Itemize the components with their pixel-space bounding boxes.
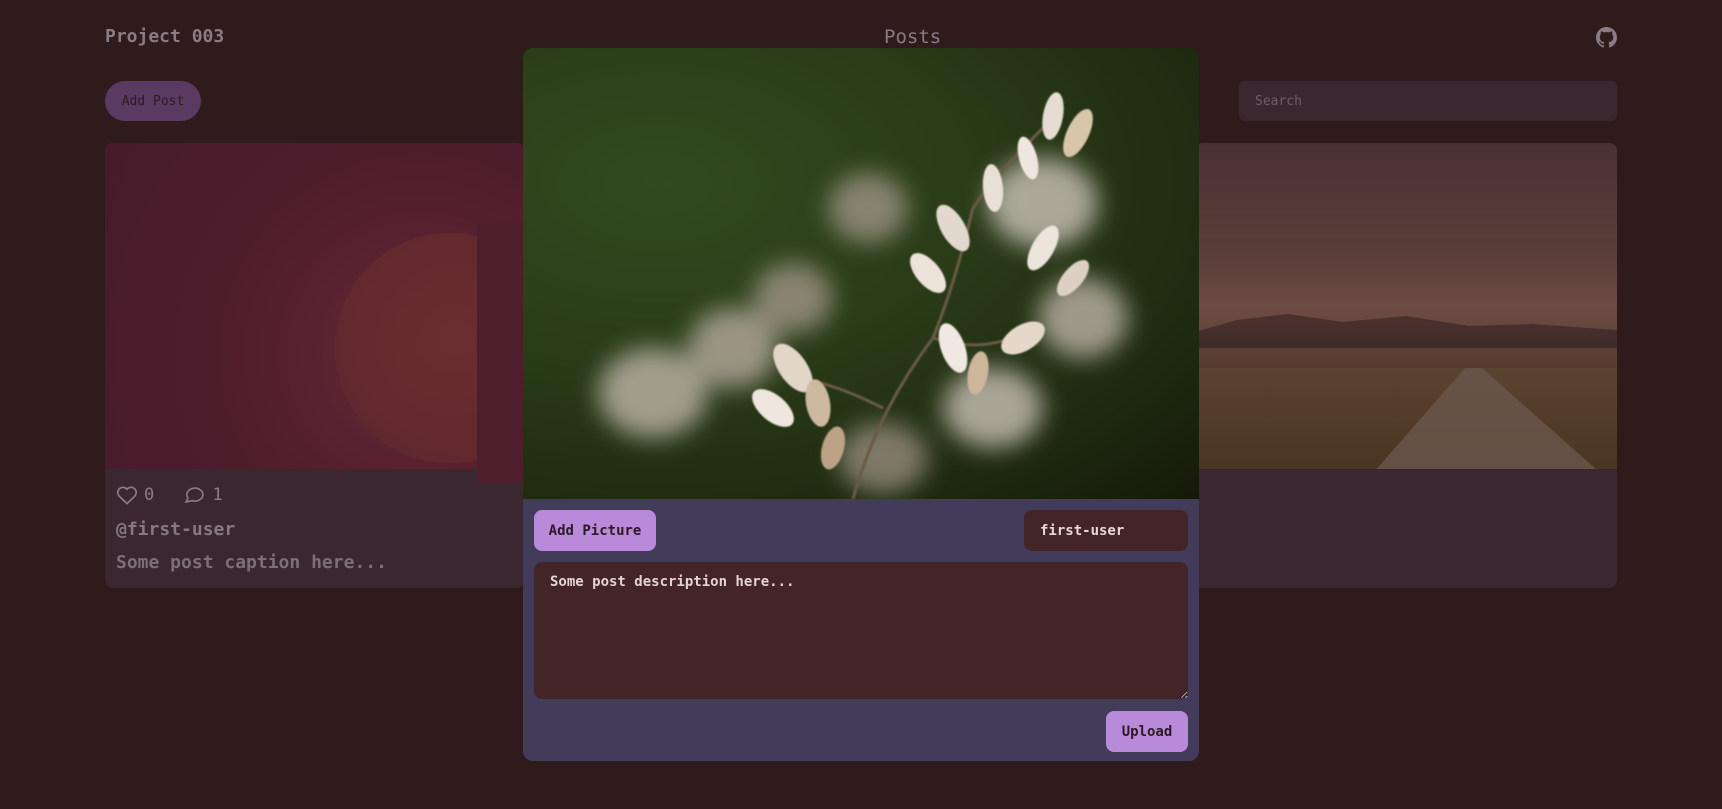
post-card[interactable]: 0 1 @first-user Some post caption here..… [105,143,525,588]
add-post-button[interactable]: Add Post [105,81,201,121]
add-picture-button[interactable]: Add Picture [534,510,656,551]
like-count-value: 0 [144,485,155,505]
description-field[interactable]: Some post description here... [534,562,1188,699]
post-image [1195,143,1617,469]
project-title: Project 003 [105,26,225,47]
post-image [105,143,525,483]
github-icon[interactable] [1596,27,1617,48]
post-stats: 0 1 [116,485,241,510]
post-card[interactable] [1195,143,1617,588]
post-username[interactable]: @first-user [116,519,235,540]
username-field[interactable] [1024,510,1188,551]
upload-button[interactable]: Upload [1106,711,1188,752]
search-input[interactable] [1239,81,1617,121]
preview-image [523,48,1199,499]
comment-count[interactable]: 1 [183,485,223,505]
comment-icon [184,487,204,504]
like-count[interactable]: 0 [116,485,154,505]
page-title: Posts [884,26,942,48]
add-post-modal: Add Picture Some post description here..… [523,48,1199,761]
comment-count-value: 1 [212,485,223,505]
heart-icon [116,486,138,505]
post-caption: Some post caption here... [116,552,387,573]
